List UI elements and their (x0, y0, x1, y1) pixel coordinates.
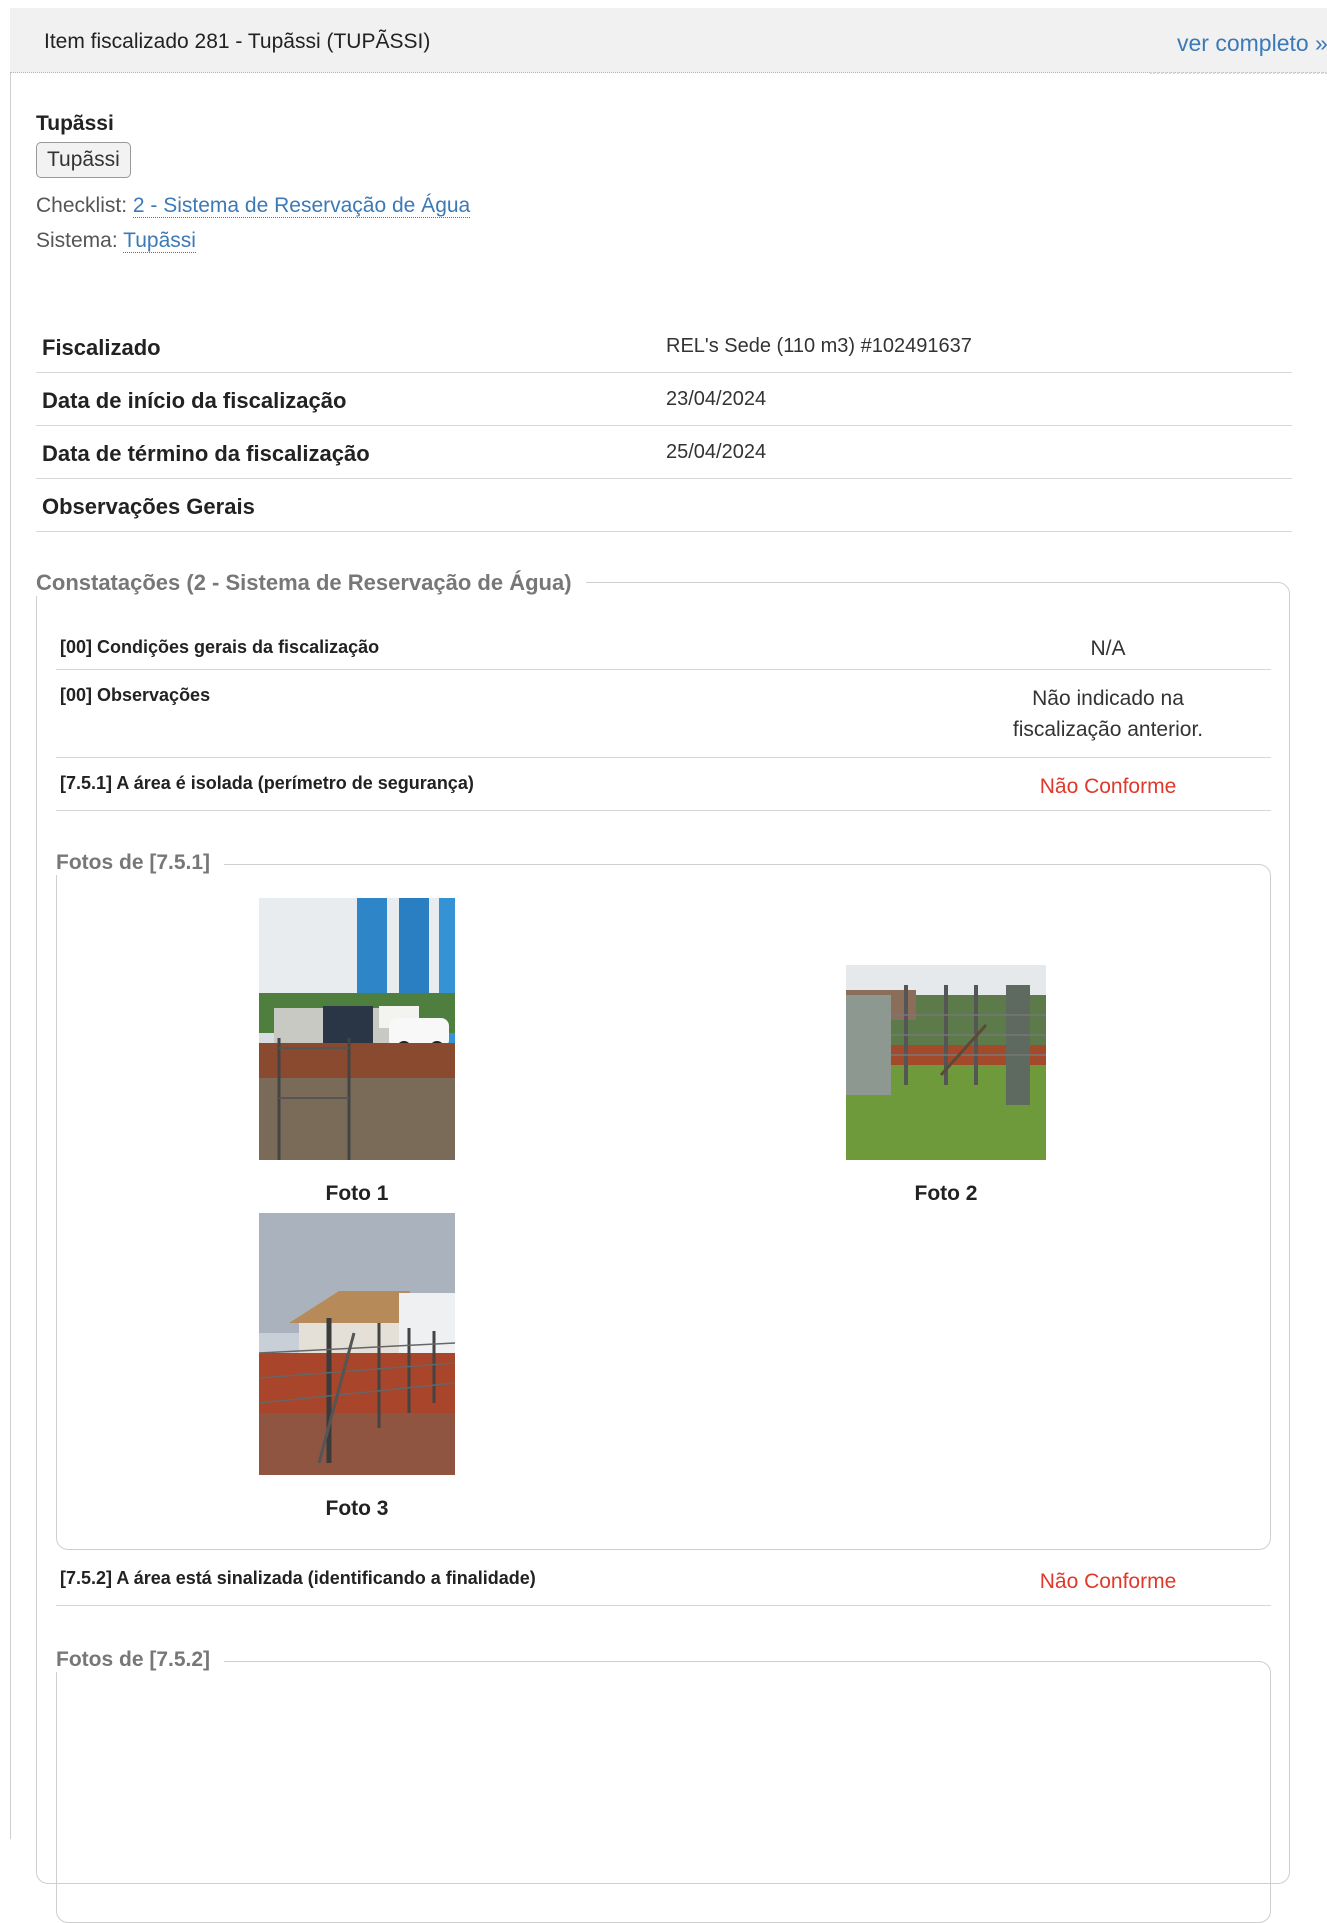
constatacoes-legend: Constatações (2 - Sistema de Reservação … (36, 570, 586, 596)
answer-line: Não indicado na (1032, 687, 1184, 710)
detail-label: Data de início da fiscalização (42, 388, 347, 413)
constatacao-row: [00] Condições gerais da fiscalização N/… (56, 621, 1271, 670)
detail-label: Data de término da fiscalização (42, 441, 370, 466)
detail-row-fiscalizado: Fiscalizado REL's Sede (110 m3) #1024916… (36, 319, 1292, 373)
photo-caption: Foto 1 (325, 1182, 389, 1205)
photos-752-fieldset (56, 1661, 1271, 1923)
constatacao-row: [7.5.2] A área está sinalizada (identifi… (56, 1552, 1271, 1606)
item-chip[interactable]: Tupãssi (36, 142, 131, 178)
answer-line: fiscalização anterior. (1012, 718, 1204, 741)
constatacao-row: [00] Observações Não indicado na fiscali… (56, 669, 1271, 758)
sistema-link[interactable]: Tupãssi (123, 229, 196, 253)
constatacao-answer-nonconform: Não Conforme (1039, 775, 1177, 798)
detail-value: 23/04/2024 (666, 388, 767, 410)
photos-751-legend: Fotos de [7.5.1] (56, 851, 225, 875)
sistema-line: Sistema: Tupãssi (36, 229, 196, 253)
checklist-label: Checklist: (36, 194, 128, 217)
checklist-link[interactable]: 2 - Sistema de Reservação de Água (132, 194, 471, 218)
photo-2[interactable] (846, 965, 1046, 1160)
photo-caption: Foto 2 (914, 1182, 978, 1205)
constatacao-answer: Não indicado na fiscalização anterior. (978, 683, 1238, 745)
checklist-line: Checklist: 2 - Sistema de Reservação de … (36, 194, 471, 218)
photo-1[interactable] (259, 898, 455, 1160)
detail-row-observacoes: Observações Gerais (36, 478, 1292, 532)
detail-value: REL's Sede (110 m3) #102491637 (666, 335, 972, 357)
detail-row-inicio: Data de início da fiscalização 23/04/202… (36, 372, 1292, 426)
detail-label: Observações Gerais (42, 494, 255, 519)
constatacao-question: [00] Observações (60, 685, 211, 705)
constatacao-question: [7.5.2] A área está sinalizada (identifi… (60, 1568, 536, 1588)
sistema-label: Sistema: (36, 229, 118, 252)
photo-caption: Foto 3 (325, 1497, 389, 1520)
constatacao-question: [00] Condições gerais da fiscalização (60, 637, 380, 657)
detail-row-termino: Data de término da fiscalização 25/04/20… (36, 425, 1292, 479)
panel-header: Item fiscalizado 281 - Tupãssi (TUPÃSSI)… (10, 8, 1327, 73)
detail-value: 25/04/2024 (666, 441, 767, 463)
constatacao-answer: N/A (1090, 637, 1126, 660)
photos-751-fieldset (56, 864, 1271, 1550)
constatacao-answer-nonconform: Não Conforme (1039, 1570, 1177, 1593)
constatacao-row: [7.5.1] A área é isolada (perímetro de s… (56, 757, 1271, 811)
view-full-link[interactable]: ver completo » (1177, 30, 1327, 57)
panel-title: Item fiscalizado 281 - Tupãssi (TUPÃSSI) (44, 30, 431, 53)
photos-752-legend: Fotos de [7.5.2] (56, 1648, 225, 1672)
constatacao-question: [7.5.1] A área é isolada (perímetro de s… (60, 773, 474, 793)
photo-3[interactable] (259, 1213, 455, 1475)
detail-label: Fiscalizado (42, 335, 161, 360)
item-name: Tupãssi (36, 112, 114, 135)
